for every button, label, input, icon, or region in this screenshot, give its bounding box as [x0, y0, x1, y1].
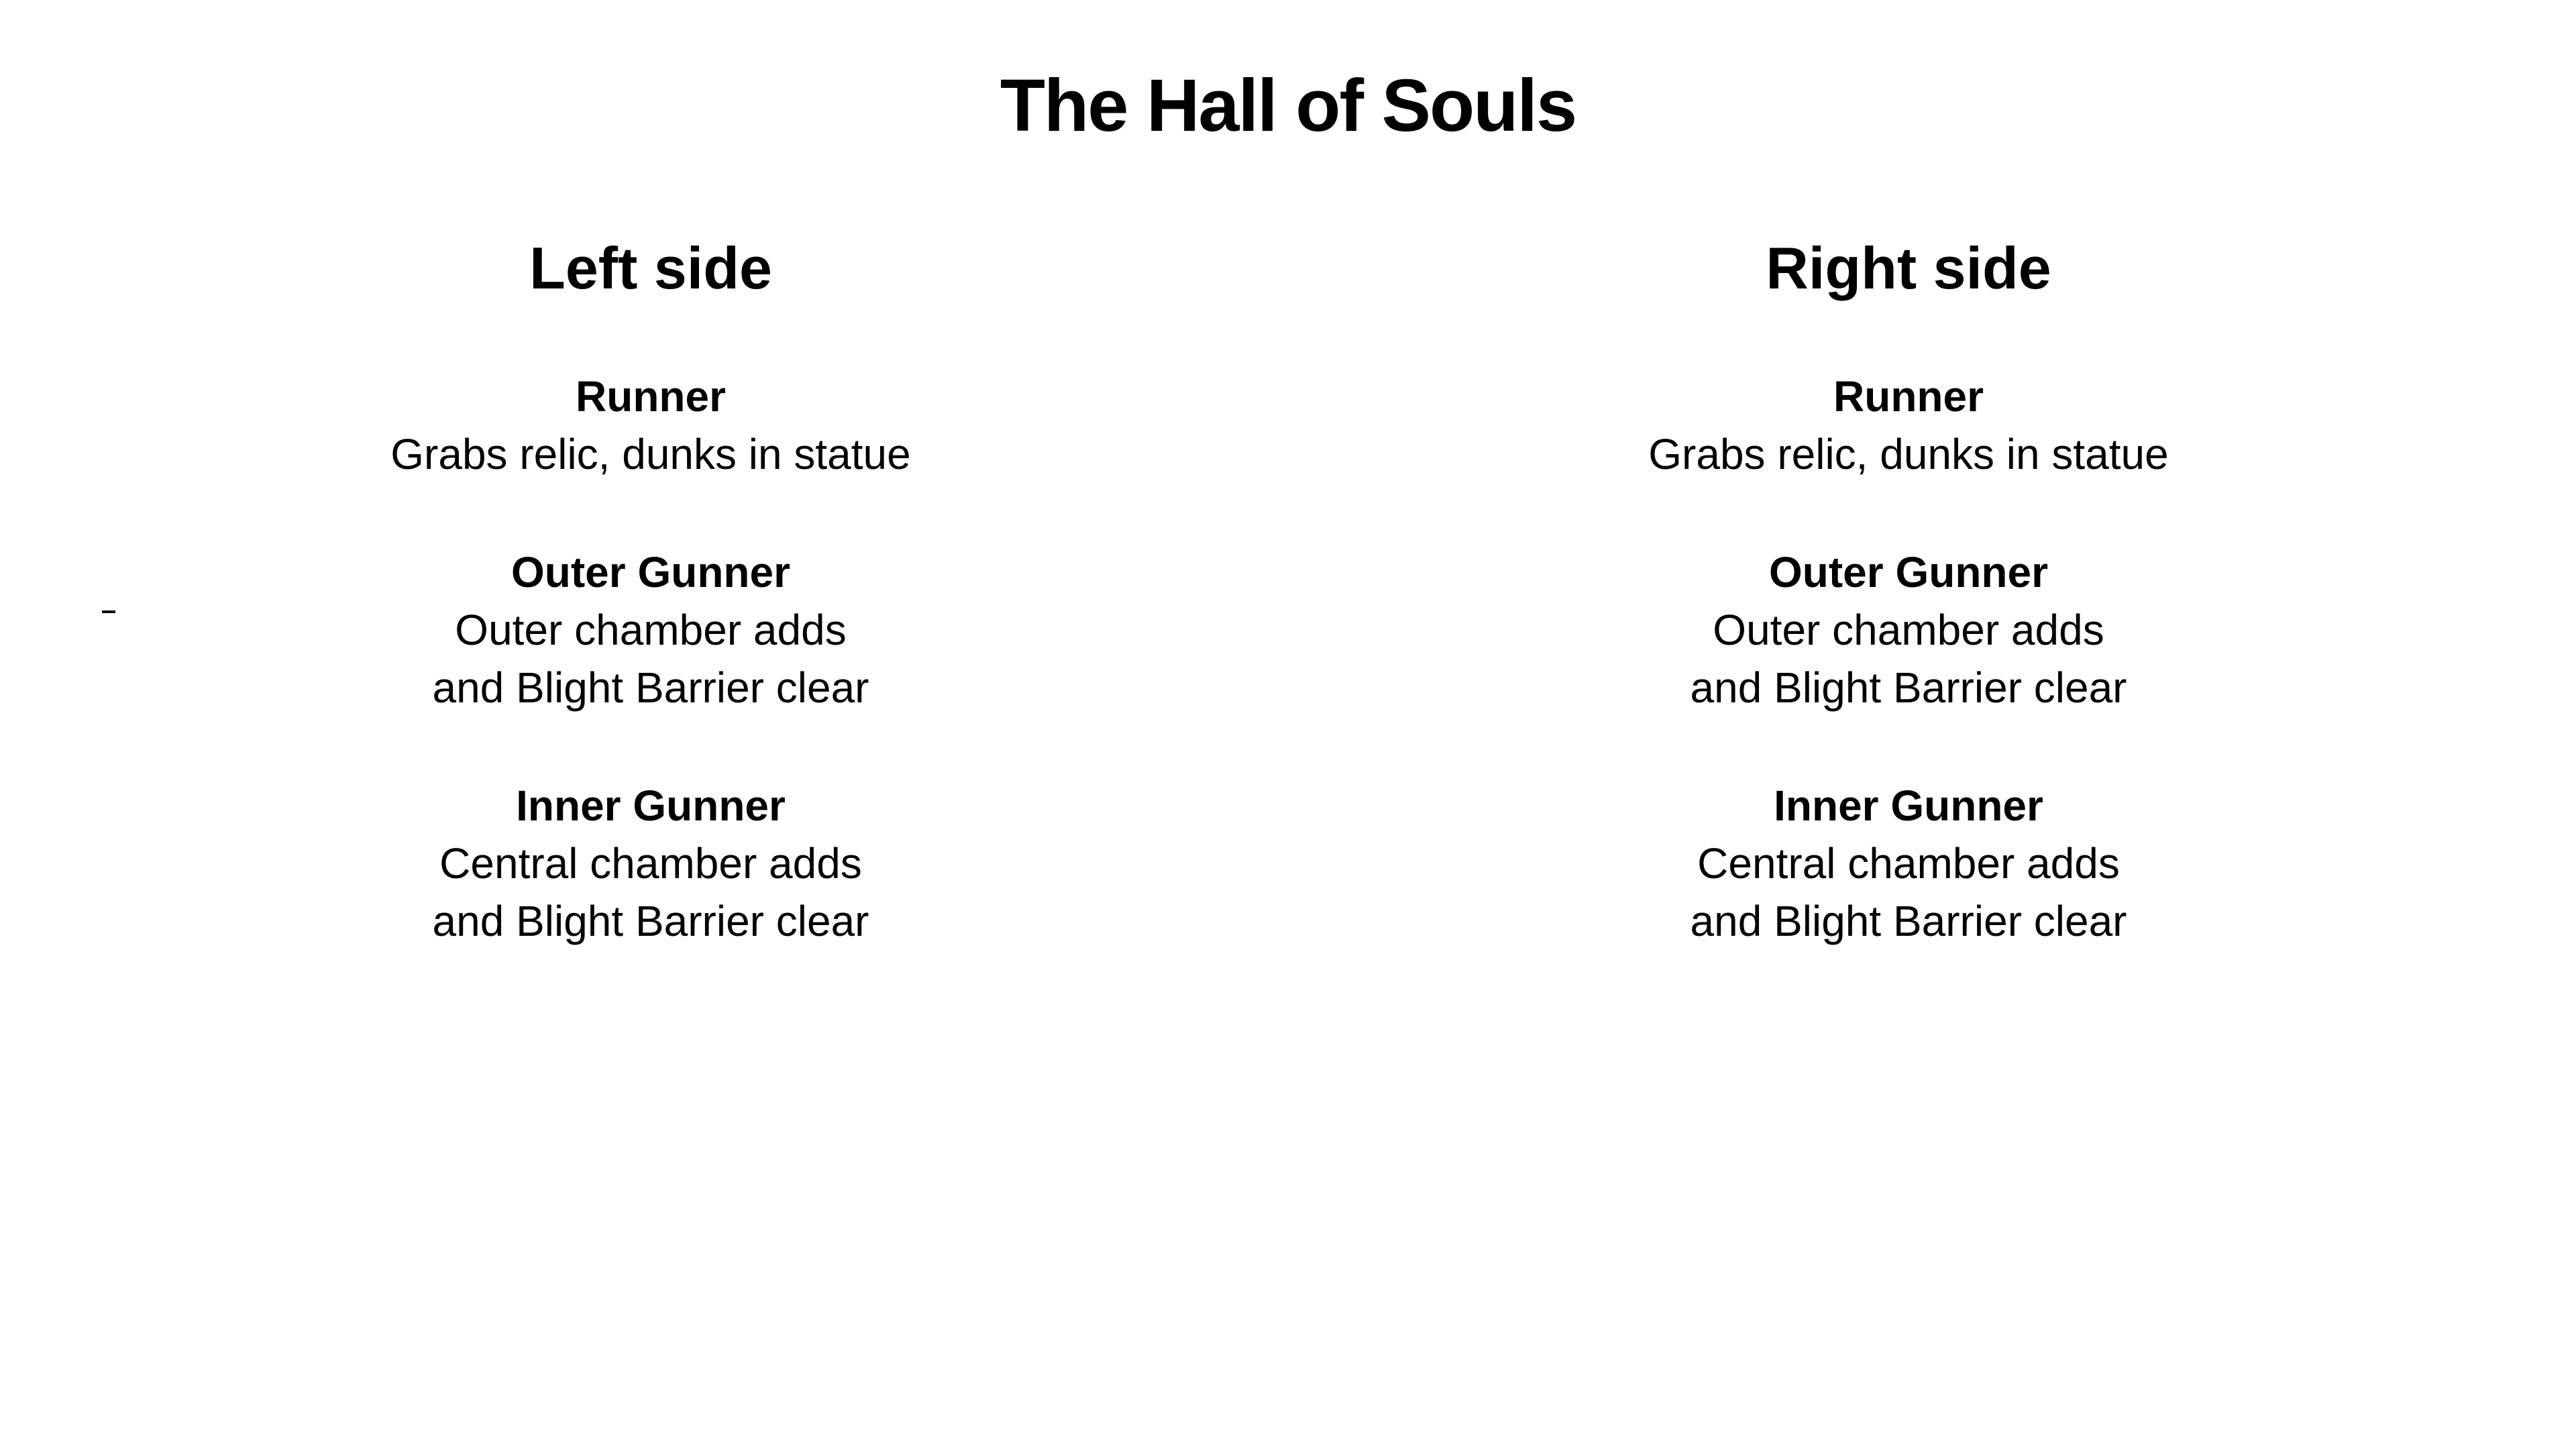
- role-description: Grabs relic, dunks in statue: [390, 430, 911, 478]
- role-description: Outer chamber adds and Blight Barrier cl…: [432, 606, 869, 712]
- left-role-inner-gunner: Inner Gunner Central chamber adds and Bl…: [215, 777, 1087, 950]
- dash-mark: [102, 610, 115, 613]
- role-name: Outer Gunner: [1768, 548, 2049, 596]
- role-description: Central chamber adds and Blight Barrier …: [1690, 839, 2127, 945]
- role-name: Runner: [576, 372, 726, 421]
- right-role-runner: Runner Grabs relic, dunks in statue: [1472, 368, 2345, 483]
- right-role-inner-gunner: Inner Gunner Central chamber adds and Bl…: [1472, 777, 2345, 950]
- left-role-outer-gunner: Outer Gunner Outer chamber adds and Blig…: [215, 543, 1087, 716]
- right-side-column: Right side Runner Grabs relic, dunks in …: [1472, 228, 2345, 1010]
- role-description: Grabs relic, dunks in statue: [1648, 430, 2169, 478]
- role-name: Inner Gunner: [1774, 782, 2043, 830]
- right-role-outer-gunner: Outer Gunner Outer chamber adds and Blig…: [1472, 543, 2345, 716]
- page-title: The Hall of Souls: [1000, 64, 1577, 147]
- role-description: Central chamber adds and Blight Barrier …: [432, 839, 869, 945]
- left-side-column: Left side Runner Grabs relic, dunks in s…: [215, 228, 1087, 1010]
- right-side-heading: Right side: [1766, 235, 2051, 301]
- role-name: Runner: [1833, 372, 1984, 421]
- left-role-runner: Runner Grabs relic, dunks in statue: [215, 368, 1087, 483]
- role-name: Outer Gunner: [511, 548, 791, 596]
- left-side-heading: Left side: [529, 235, 772, 301]
- role-name: Inner Gunner: [516, 782, 786, 830]
- role-description: Outer chamber adds and Blight Barrier cl…: [1690, 606, 2127, 712]
